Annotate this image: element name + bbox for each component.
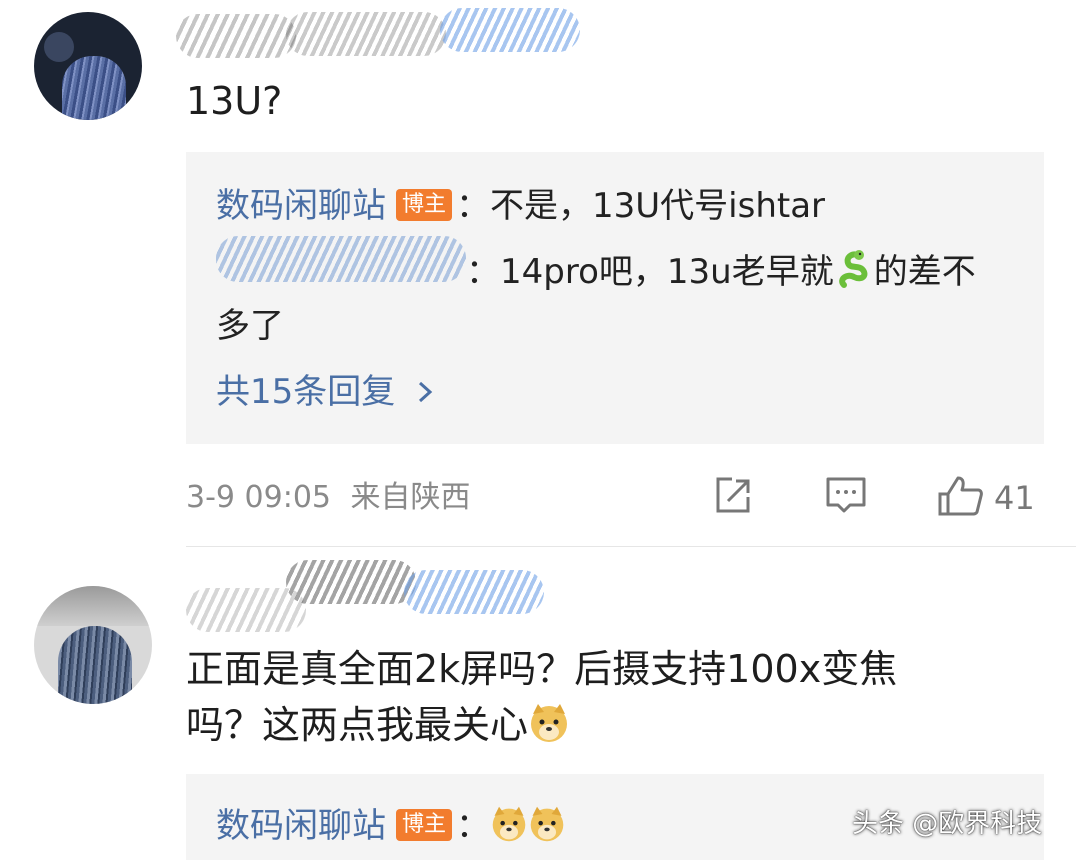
reply-text-cont: 的差不 bbox=[873, 252, 976, 292]
reply-separator: ： bbox=[466, 252, 500, 292]
divider bbox=[186, 546, 1076, 547]
reply-author[interactable]: 数码闲聊站 bbox=[216, 806, 386, 846]
more-replies-label: 共15条回复 bbox=[216, 372, 396, 412]
comment-text: 13U? bbox=[186, 79, 283, 123]
redacted-username bbox=[404, 570, 544, 614]
comment-icon bbox=[824, 475, 868, 521]
reply-author[interactable]: 数码闲聊站 bbox=[216, 186, 386, 226]
snake-emoji bbox=[834, 249, 874, 302]
share-button[interactable] bbox=[712, 476, 754, 520]
blogger-badge: 博主 bbox=[396, 189, 453, 221]
like-icon bbox=[936, 474, 984, 522]
chevron-right-icon bbox=[406, 372, 436, 412]
comment-meta: 3-9 09:05 来自陕西 bbox=[186, 476, 471, 520]
doge-emoji bbox=[490, 805, 528, 856]
reply-line: 数码闲聊站 博主： bbox=[216, 802, 566, 856]
comment-text: 正面是真全面2k屏吗？后摄支持100x变焦 bbox=[186, 647, 898, 691]
doge-emoji bbox=[528, 702, 570, 758]
reply-box: 数码闲聊站 博主 ：不是，13U代号ishtar ：14pro吧，13u老早就 的差… bbox=[186, 152, 1044, 444]
comment-button[interactable] bbox=[824, 476, 868, 520]
blogger-badge: 博主 bbox=[396, 809, 453, 841]
watermark: 头条 @欧界科技 bbox=[852, 809, 1043, 839]
reply-text: 14pro吧，13u老早就 bbox=[500, 252, 834, 292]
reply-line: 数码闲聊站 博主 ：不是，13U代号ishtar bbox=[216, 182, 825, 230]
avatar[interactable] bbox=[34, 586, 152, 704]
redacted-username bbox=[176, 14, 296, 58]
comment-text-line2: 吗？这两点我最关心 bbox=[186, 698, 570, 758]
avatar[interactable] bbox=[34, 12, 142, 120]
share-icon bbox=[712, 475, 754, 521]
comment-text-cont: 吗？这两点我最关心 bbox=[186, 703, 529, 747]
redacted-username bbox=[216, 236, 466, 282]
comment-location: 来自陕西 bbox=[350, 480, 471, 515]
redacted-username bbox=[286, 560, 416, 604]
doge-emoji bbox=[528, 805, 566, 856]
reply-separator: ： bbox=[456, 806, 491, 846]
comment-time: 3-9 09:05 bbox=[186, 480, 331, 515]
reply-text: 不是，13U代号ishtar bbox=[490, 186, 826, 226]
redacted-username bbox=[440, 8, 580, 52]
reply-line: ：14pro吧，13u老早就 的差不 bbox=[466, 248, 976, 302]
like-count: 41 bbox=[994, 479, 1035, 517]
more-replies-link[interactable]: 共15条回复 bbox=[216, 368, 436, 416]
redacted-username bbox=[186, 588, 306, 632]
redacted-username bbox=[286, 12, 446, 56]
reply-text-wrap: 多了 bbox=[216, 306, 284, 346]
like-button[interactable]: 41 bbox=[936, 476, 1035, 520]
reply-separator: ： bbox=[456, 186, 491, 226]
